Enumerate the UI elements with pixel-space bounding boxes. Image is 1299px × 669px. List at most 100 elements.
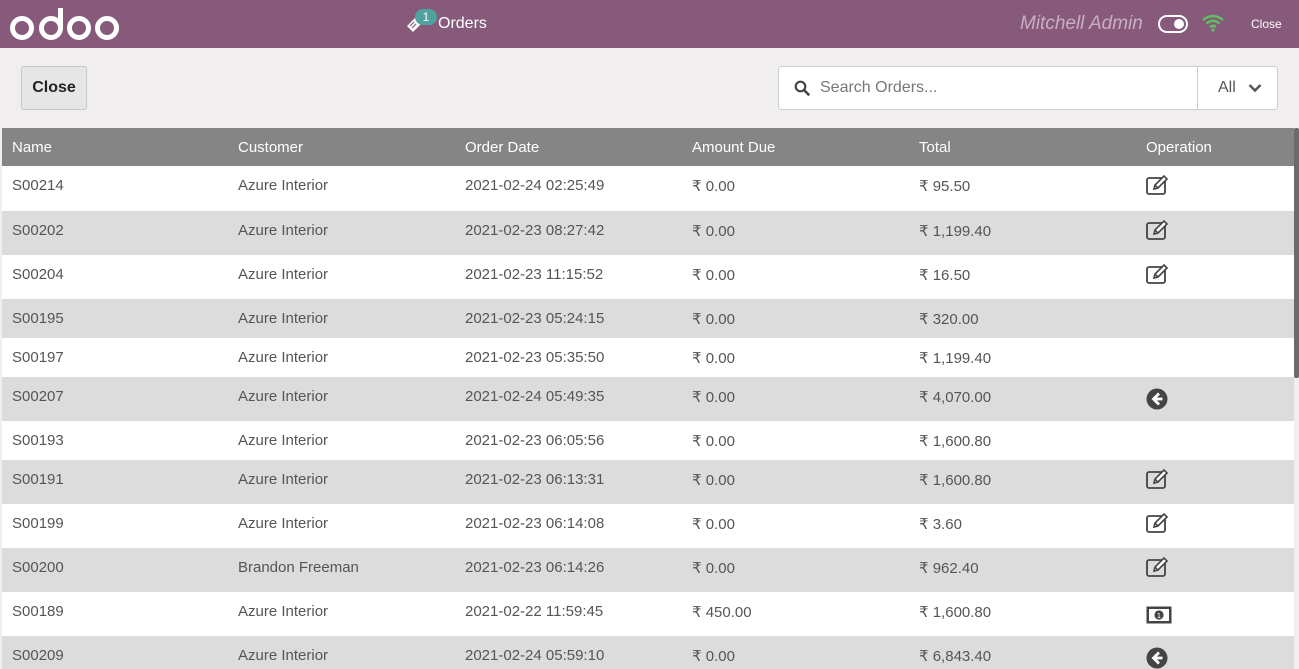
cell-total: ₹ 95.50 — [919, 178, 971, 195]
edit-icon[interactable] — [1146, 556, 1170, 581]
table-row[interactable]: S00195 Azure Interior 2021-02-23 05:24:15 ₹… — [2, 299, 1294, 338]
cell-name: S00189 — [12, 603, 64, 620]
cell-total: ₹ 1,600.80 — [919, 604, 992, 621]
cell-customer: Azure Interior — [238, 266, 329, 283]
cell-amount-due: ₹ 0.00 — [692, 560, 735, 577]
cell-amount-due: ₹ 0.00 — [692, 433, 735, 450]
table-row[interactable]: S00197 Azure Interior 2021-02-23 05:35:50 ₹… — [2, 338, 1294, 377]
edit-icon[interactable] — [1146, 174, 1170, 199]
cell-total: ₹ 16.50 — [919, 267, 971, 284]
close-button[interactable]: Close — [21, 66, 87, 110]
cell-total: ₹ 1,600.80 — [919, 433, 992, 450]
cell-amount-due: ₹ 0.00 — [692, 648, 735, 665]
edit-icon[interactable] — [1146, 219, 1170, 244]
cell-amount-due: ₹ 0.00 — [692, 267, 735, 284]
table-row[interactable]: S00189 Azure Interior 2021-02-22 11:59:45 ₹… — [2, 592, 1294, 636]
cell-date: 2021-02-24 05:49:35 — [465, 388, 605, 405]
cell-amount-due: ₹ 0.00 — [692, 350, 735, 367]
edit-icon[interactable] — [1146, 512, 1170, 537]
cell-amount-due: ₹ 0.00 — [692, 311, 735, 328]
cell-customer: Azure Interior — [238, 515, 329, 532]
cell-name: S00204 — [12, 266, 64, 283]
cell-date: 2021-02-23 05:35:50 — [465, 349, 605, 366]
scrollbar[interactable] — [1294, 128, 1299, 378]
chevron-down-icon — [1248, 84, 1262, 93]
cell-name: S00209 — [12, 647, 64, 664]
table-row[interactable]: S00193 Azure Interior 2021-02-23 06:05:56 ₹… — [2, 421, 1294, 460]
cell-customer: Azure Interior — [238, 349, 329, 366]
cell-name: S00191 — [12, 471, 64, 488]
cell-customer: Azure Interior — [238, 647, 329, 664]
table-row[interactable]: S00199 Azure Interior 2021-02-23 06:14:08 ₹… — [2, 504, 1294, 548]
odoo-logo — [10, 8, 119, 40]
table-header: Name Customer Order Date Amount Due Tota… — [2, 128, 1294, 166]
orders-table: Name Customer Order Date Amount Due Tota… — [0, 128, 1299, 669]
cell-name: S00197 — [12, 349, 64, 366]
cell-date: 2021-02-23 08:27:42 — [465, 222, 605, 239]
search-input[interactable] — [820, 79, 1190, 97]
return-icon[interactable] — [1146, 647, 1168, 669]
cell-total: ₹ 320.00 — [919, 311, 979, 328]
top-bar: 1 Orders Mitchell Admin Close — [0, 0, 1299, 48]
cell-customer: Azure Interior — [238, 222, 329, 239]
cell-total: ₹ 1,600.80 — [919, 472, 992, 489]
column-header-total: Total — [919, 139, 951, 156]
cell-name: S00200 — [12, 559, 64, 576]
table-row[interactable]: S00207 Azure Interior 2021-02-24 05:49:35 ₹… — [2, 377, 1294, 421]
return-icon[interactable] — [1146, 388, 1168, 414]
cell-amount-due: ₹ 0.00 — [692, 178, 735, 195]
column-header-amount-due: Amount Due — [692, 139, 776, 156]
cell-customer: Azure Interior — [238, 177, 329, 194]
cell-customer: Azure Interior — [238, 471, 329, 488]
tab-count-badge: 1 — [415, 9, 437, 25]
header-close-link[interactable]: Close — [1251, 17, 1282, 31]
tab-orders-label: Orders — [438, 15, 487, 32]
table-row[interactable]: S00202 Azure Interior 2021-02-23 08:27:42 ₹… — [2, 211, 1294, 255]
cell-total: ₹ 4,070.00 — [919, 389, 992, 406]
table-row[interactable]: S00191 Azure Interior 2021-02-23 06:13:31 ₹… — [2, 460, 1294, 504]
cell-customer: Azure Interior — [238, 310, 329, 327]
filter-dropdown[interactable]: All — [1197, 67, 1277, 109]
cell-customer: Azure Interior — [238, 388, 329, 405]
cell-amount-due: ₹ 0.00 — [692, 472, 735, 489]
cell-name: S00207 — [12, 388, 64, 405]
cell-name: S00199 — [12, 515, 64, 532]
edit-icon[interactable] — [1146, 263, 1170, 288]
table-row[interactable]: S00200 Brandon Freeman 2021-02-23 06:14:26… — [2, 548, 1294, 592]
toggle-switch[interactable] — [1158, 15, 1188, 33]
table-row[interactable]: S00214 Azure Interior 2021-02-24 02:25:49 ₹… — [2, 166, 1294, 211]
cell-total: ₹ 962.40 — [919, 560, 979, 577]
cell-amount-due: ₹ 0.00 — [692, 223, 735, 240]
column-header-customer: Customer — [238, 139, 304, 156]
cell-date: 2021-02-24 02:25:49 — [465, 177, 605, 194]
filter-label: All — [1218, 79, 1236, 96]
cell-date: 2021-02-23 06:14:26 — [465, 559, 605, 576]
cell-date: 2021-02-23 06:14:08 — [465, 515, 605, 532]
search-icon — [794, 80, 810, 96]
money-icon[interactable]: 1 — [1146, 606, 1172, 628]
cell-customer: Azure Interior — [238, 603, 329, 620]
cell-total: ₹ 1,199.40 — [919, 223, 992, 240]
table-row[interactable]: S00209 Azure Interior 2021-02-24 05:59:10 ₹… — [2, 636, 1294, 669]
cell-name: S00202 — [12, 222, 64, 239]
cell-name: S00214 — [12, 177, 64, 194]
cell-amount-due: ₹ 0.00 — [692, 389, 735, 406]
cell-total: ₹ 1,199.40 — [919, 350, 992, 367]
cell-date: 2021-02-24 05:59:10 — [465, 647, 605, 664]
cell-customer: Azure Interior — [238, 432, 329, 449]
column-header-operation: Operation — [1146, 139, 1212, 156]
cell-amount-due: ₹ 450.00 — [692, 604, 752, 621]
ticket-icon: 1 — [405, 9, 437, 34]
table-row[interactable]: S00204 Azure Interior 2021-02-23 11:15:52 ₹… — [2, 255, 1294, 299]
cell-date: 2021-02-23 11:15:52 — [465, 266, 604, 283]
cell-date: 2021-02-23 05:24:15 — [465, 310, 605, 327]
cell-total: ₹ 6,843.40 — [919, 648, 992, 665]
edit-icon[interactable] — [1146, 468, 1170, 493]
cell-customer: Brandon Freeman — [238, 559, 359, 576]
cell-amount-due: ₹ 0.00 — [692, 516, 735, 533]
cell-date: 2021-02-22 11:59:45 — [465, 603, 604, 620]
column-header-name: Name — [12, 139, 53, 156]
column-header-order-date: Order Date — [465, 139, 540, 156]
tab-orders[interactable]: 1 Orders — [405, 9, 487, 38]
cell-name: S00195 — [12, 310, 64, 327]
